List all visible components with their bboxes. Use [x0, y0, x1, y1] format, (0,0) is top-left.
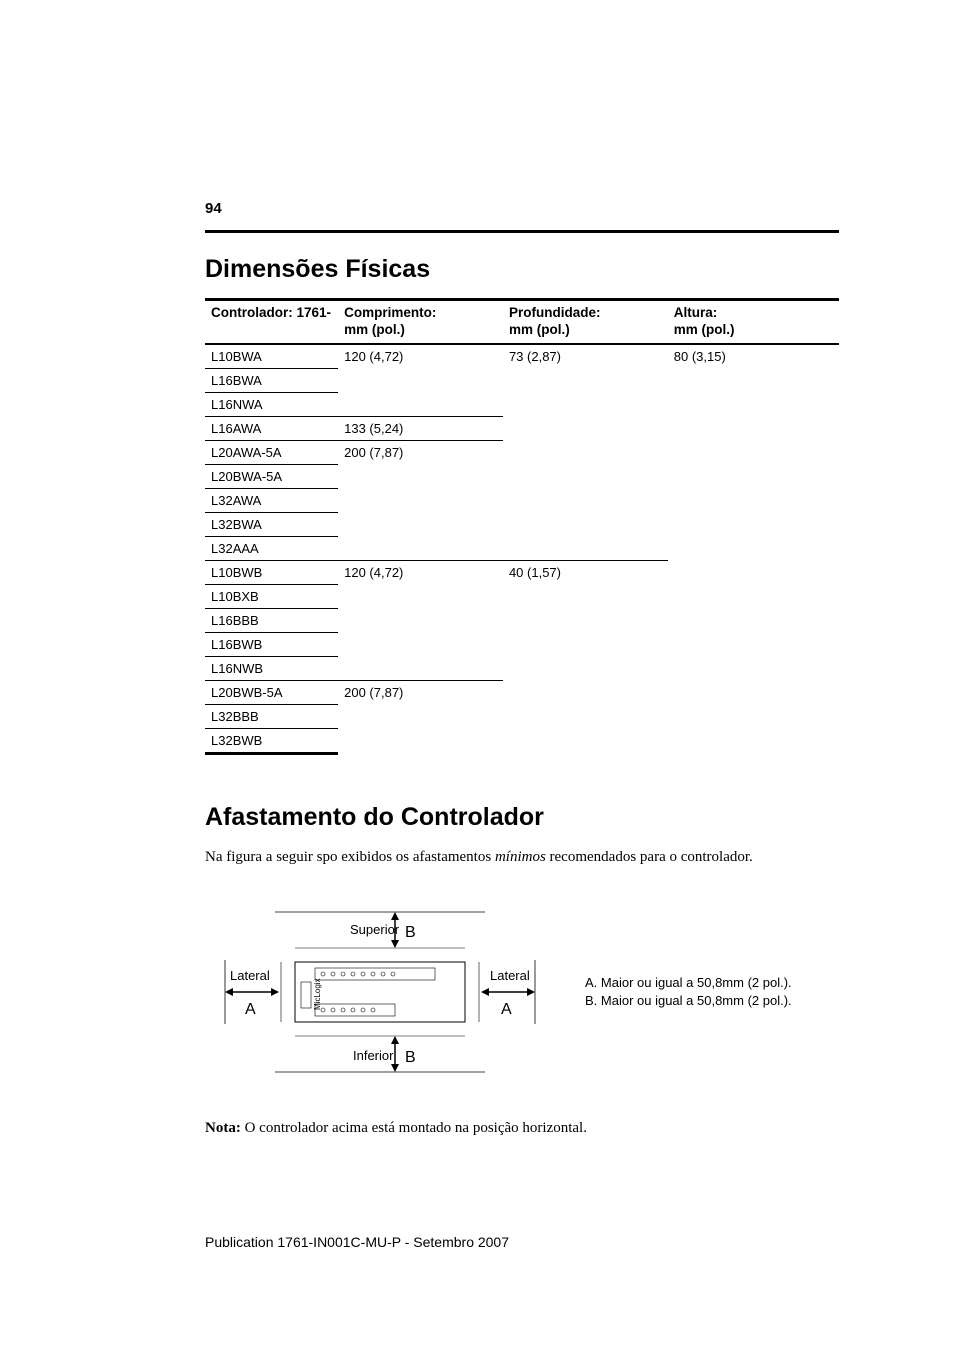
cell-comp: 120 (4,72)	[338, 560, 503, 680]
spacing-diagram: MicLogix Superior B	[205, 892, 555, 1092]
cell-ctrl: L20BWA-5A	[205, 464, 338, 488]
table-header-row: Controlador: 1761- Comprimento: mm (pol.…	[205, 300, 839, 344]
label-lateral-left: Lateral	[230, 968, 270, 983]
th-comprimento: Comprimento: mm (pol.)	[338, 300, 503, 344]
th-alt-l2: mm (pol.)	[674, 322, 735, 337]
th-prof-l2: mm (pol.)	[509, 322, 570, 337]
cell-ctrl: L16BBB	[205, 608, 338, 632]
dimensions-table: Controlador: 1761- Comprimento: mm (pol.…	[205, 298, 839, 755]
cell-prof: 40 (1,57)	[503, 560, 668, 753]
label-superior: Superior	[350, 922, 400, 937]
note-text: O controlador acima está montado na posi…	[241, 1120, 587, 1136]
th-profundidade: Profundidade: mm (pol.)	[503, 300, 668, 344]
cell-ctrl: L16BWA	[205, 368, 338, 392]
body-seg-c: recomendados para o controlador.	[546, 849, 753, 865]
cell-ctrl: L10BXB	[205, 584, 338, 608]
diagram-label-micrologix: MicLogix	[313, 979, 322, 1011]
legend-a: A. Maior ou igual a 50,8mm (2 pol.).	[585, 974, 792, 992]
figure-legend: A. Maior ou igual a 50,8mm (2 pol.). B. …	[585, 974, 792, 1010]
cell-comp: 120 (4,72)	[338, 344, 503, 417]
cell-ctrl: L32AWA	[205, 488, 338, 512]
label-inferior: Inferior	[353, 1048, 394, 1063]
table-row: L10BWA 120 (4,72) 73 (2,87) 80 (3,15)	[205, 344, 839, 369]
cell-ctrl: L16AWA	[205, 416, 338, 440]
label-b-top: B	[405, 924, 416, 941]
cell-ctrl: L16NWB	[205, 656, 338, 680]
cell-alt: 80 (3,15)	[668, 344, 839, 754]
body-seg-italic: mínimos	[495, 849, 546, 865]
note-label: Nota:	[205, 1120, 241, 1136]
heading-dimensoes: Dimensões Físicas	[205, 255, 839, 284]
cell-ctrl: L32AAA	[205, 536, 338, 560]
cell-ctrl: L32BWB	[205, 728, 338, 753]
th-prof-l1: Profundidade:	[509, 305, 601, 320]
cell-ctrl: L20BWB-5A	[205, 680, 338, 704]
cell-comp: 133 (5,24)	[338, 416, 503, 440]
th-altura: Altura: mm (pol.)	[668, 300, 839, 344]
label-a-right: A	[501, 1001, 512, 1018]
label-a-left: A	[245, 1001, 256, 1018]
figure-wrapper: MicLogix Superior B	[205, 892, 839, 1092]
cell-ctrl: L20AWA-5A	[205, 440, 338, 464]
page-number: 94	[205, 200, 222, 217]
label-b-bottom: B	[405, 1049, 416, 1066]
th-comp-l2: mm (pol.)	[344, 322, 405, 337]
body-paragraph: Na figura a seguir spo exibidos os afast…	[205, 846, 839, 869]
cell-ctrl: L10BWA	[205, 344, 338, 369]
th-alt-l1: Altura:	[674, 305, 718, 320]
cell-ctrl: L16NWA	[205, 392, 338, 416]
publication-footer: Publication 1761-IN001C-MU-P - Setembro …	[205, 1234, 509, 1250]
heading-afastamento: Afastamento do Controlador	[205, 803, 839, 832]
note: Nota: O controlador acima está montado n…	[205, 1120, 839, 1137]
th-controlador: Controlador: 1761-	[205, 300, 338, 344]
th-comp-l1: Comprimento:	[344, 305, 436, 320]
legend-b: B. Maior ou igual a 50,8mm (2 pol.).	[585, 992, 792, 1010]
cell-comp: 200 (7,87)	[338, 440, 503, 560]
label-lateral-right: Lateral	[490, 968, 530, 983]
cell-comp: 200 (7,87)	[338, 680, 503, 753]
cell-ctrl: L32BWA	[205, 512, 338, 536]
cell-ctrl: L32BBB	[205, 704, 338, 728]
top-rule	[205, 230, 839, 233]
cell-ctrl: L10BWB	[205, 560, 338, 584]
cell-prof: 73 (2,87)	[503, 344, 668, 561]
cell-ctrl: L16BWB	[205, 632, 338, 656]
body-seg-a: Na figura a seguir spo exibidos os afast…	[205, 849, 495, 865]
